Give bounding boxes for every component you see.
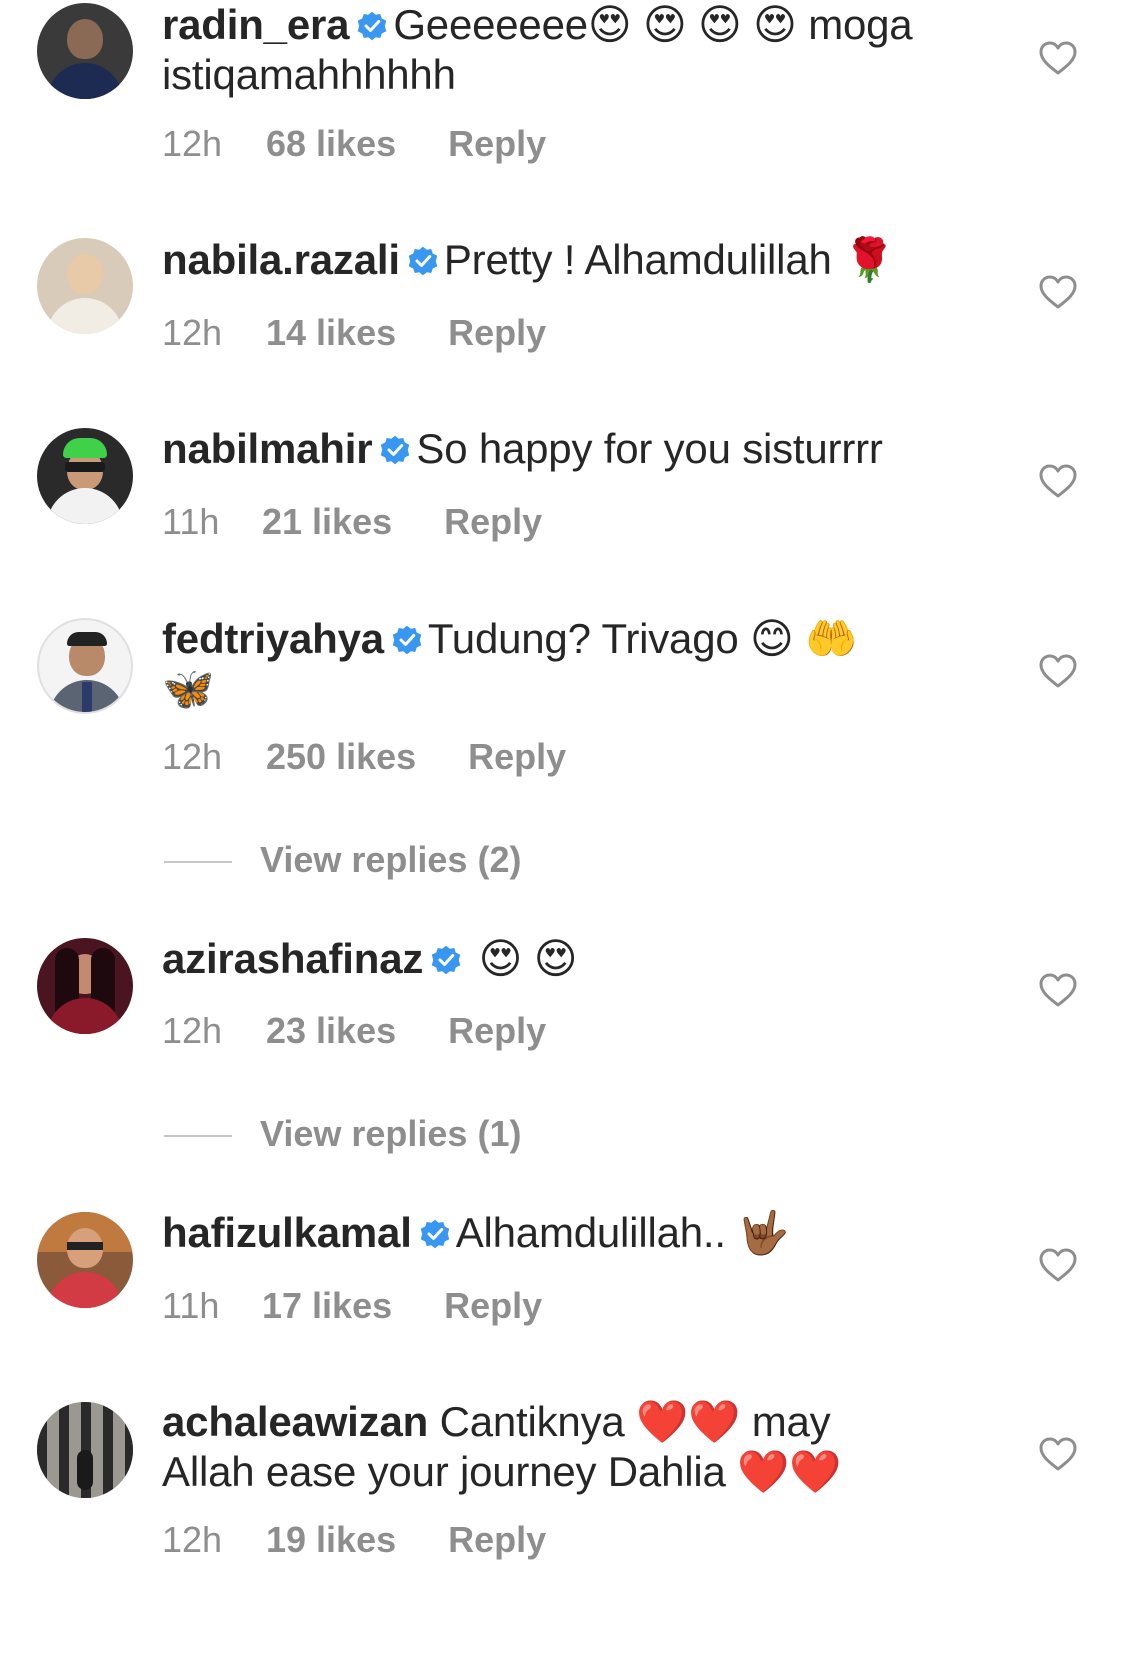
comment-username[interactable]: azirashafinaz — [162, 935, 423, 982]
reply-button[interactable]: Reply — [468, 737, 566, 777]
comment-body: Alhamdulillah.. — [455, 1209, 726, 1256]
avatar[interactable] — [37, 1402, 133, 1498]
comment-meta: 12h 14 likes Reply — [162, 313, 546, 353]
comment-meta: 12h 250 likes Reply — [162, 737, 566, 777]
view-replies-label: View replies (1) — [260, 1113, 522, 1154]
view-replies-button[interactable]: View replies (2) — [164, 840, 521, 880]
comment-username[interactable]: fedtriyahya — [162, 615, 384, 662]
avatar[interactable] — [37, 618, 133, 714]
emoji: 🤲 — [805, 614, 858, 663]
comment-meta: 12h 19 likes Reply — [162, 1520, 546, 1560]
reply-button[interactable]: Reply — [444, 502, 542, 542]
heart-outline-icon[interactable] — [1038, 40, 1078, 76]
comment-time: 11h — [162, 501, 220, 542]
like-count[interactable]: 19 likes — [266, 1520, 396, 1560]
verified-badge-icon — [381, 435, 410, 465]
comment-body: So happy for you sisturrrr — [416, 425, 883, 472]
like-count[interactable]: 14 likes — [266, 313, 396, 353]
avatar[interactable] — [37, 938, 133, 1034]
reply-button[interactable]: Reply — [448, 1520, 546, 1560]
emoji: 😊 — [750, 614, 794, 663]
emoji: 😍 — [698, 0, 742, 49]
heart-outline-icon[interactable] — [1038, 1436, 1078, 1472]
comment-time: 12h — [162, 123, 223, 164]
comment-text: fedtriyahya Tudung? Trivago 😊 🤲 🦋 — [162, 614, 1002, 714]
divider-line — [164, 1135, 232, 1138]
comment-username[interactable]: radin_era — [162, 1, 350, 48]
heart-outline-icon[interactable] — [1038, 653, 1078, 689]
comment-time: 12h — [162, 736, 223, 777]
comment-body: Pretty ! Alhamdulillah — [443, 236, 832, 283]
verified-badge-icon — [408, 246, 438, 276]
comment-body: Tudung? Trivago — [427, 615, 739, 662]
emoji: 😍 — [478, 934, 523, 983]
avatar[interactable] — [37, 1212, 133, 1308]
emoji: ❤️ — [688, 1397, 741, 1446]
heart-outline-icon[interactable] — [1038, 1247, 1078, 1283]
reply-button[interactable]: Reply — [444, 1286, 542, 1326]
like-count[interactable]: 23 likes — [266, 1011, 396, 1051]
view-replies-label: View replies (2) — [260, 839, 522, 880]
comment-body: istiqamahhhhhh — [162, 51, 456, 98]
verified-badge-icon — [358, 11, 387, 41]
avatar[interactable] — [37, 238, 133, 334]
comment-body: moga — [808, 1, 913, 48]
emoji: 🌹 — [843, 235, 896, 284]
comment-body: Geeeeeee — [393, 1, 588, 48]
emoji: 😍 — [753, 0, 797, 49]
comment-time: 12h — [162, 1010, 223, 1051]
comment-time: 12h — [162, 312, 223, 353]
comment-text: achaleawizan Cantiknya ❤️❤️ may Allah eas… — [162, 1397, 1002, 1497]
verified-badge-icon — [392, 625, 422, 655]
avatar[interactable] — [37, 428, 133, 524]
like-count[interactable]: 17 likes — [262, 1286, 392, 1326]
emoji: 😍 — [533, 934, 578, 983]
comment-text: nabila.razali Pretty ! Alhamdulillah 🌹 — [162, 235, 1002, 285]
comment-body: may — [751, 1398, 831, 1445]
emoji: ❤️ — [737, 1447, 790, 1496]
like-count[interactable]: 68 likes — [266, 124, 396, 164]
comment-time: 12h — [162, 1519, 223, 1560]
comment-username[interactable]: nabila.razali — [162, 236, 400, 283]
heart-outline-icon[interactable] — [1038, 972, 1078, 1008]
reply-button[interactable]: Reply — [448, 313, 546, 353]
comment-username[interactable]: hafizulkamal — [162, 1209, 412, 1256]
emoji: 😍 — [642, 0, 687, 49]
view-replies-button[interactable]: View replies (1) — [164, 1114, 521, 1154]
comment-time: 11h — [162, 1285, 220, 1326]
avatar[interactable] — [37, 3, 133, 99]
verified-badge-icon — [431, 945, 461, 975]
comment-text: hafizulkamal Alhamdulillah.. 🤟🏾 — [162, 1208, 1002, 1258]
emoji: ❤️ — [636, 1397, 689, 1446]
comment-text: azirashafinaz 😍 😍 — [162, 934, 1002, 984]
reply-button[interactable]: Reply — [448, 1011, 546, 1051]
emoji: ❤️ — [789, 1447, 842, 1496]
comment-username[interactable]: nabilmahir — [162, 425, 373, 472]
like-count[interactable]: 250 likes — [266, 737, 416, 777]
comment-text: radin_era Geeeeeee😍 😍 😍 😍 moga istiqamahhh… — [162, 0, 1002, 100]
comment-text: nabilmahir So happy for you sisturrrr — [162, 424, 1002, 474]
verified-badge-icon — [420, 1219, 449, 1249]
divider-line — [164, 861, 232, 864]
heart-outline-icon[interactable] — [1038, 274, 1078, 310]
comment-meta: 12h 23 likes Reply — [162, 1011, 546, 1051]
comment-meta: 11h 17 likes Reply — [162, 1286, 542, 1326]
comment-username[interactable]: achaleawizan — [162, 1398, 428, 1445]
like-count[interactable]: 21 likes — [262, 502, 392, 542]
emoji: 🦋 — [162, 664, 215, 713]
emoji: 😍 — [587, 0, 632, 49]
comment-body: Allah ease your journey Dahlia — [162, 1448, 726, 1495]
comment-meta: 12h 68 likes Reply — [162, 124, 546, 164]
comment-meta: 11h 21 likes Reply — [162, 502, 542, 542]
comment-body: Cantiknya — [439, 1398, 625, 1445]
emoji: 🤟🏾 — [737, 1208, 790, 1257]
heart-outline-icon[interactable] — [1038, 463, 1078, 499]
reply-button[interactable]: Reply — [448, 124, 546, 164]
